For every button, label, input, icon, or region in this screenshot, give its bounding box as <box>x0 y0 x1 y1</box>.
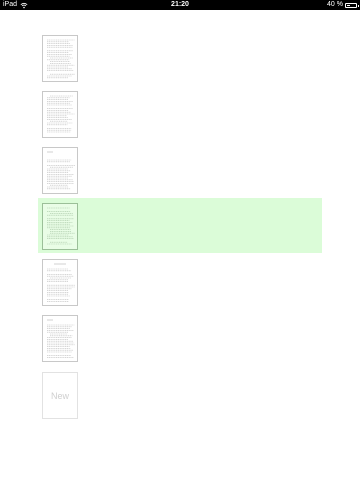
status-bar: iPad 21:20 40 % <box>0 0 360 10</box>
page-thumbnail[interactable] <box>42 147 78 194</box>
page-preview <box>47 263 75 302</box>
page-preview <box>47 319 75 358</box>
app-screen: iPad 21:20 40 % New <box>0 0 360 480</box>
page-thumbnail[interactable] <box>42 259 78 306</box>
page-thumbnail[interactable] <box>42 203 78 250</box>
page-preview <box>47 95 75 133</box>
battery-fill <box>347 4 351 6</box>
status-time: 21:20 <box>171 1 189 8</box>
page-thumbnail[interactable] <box>42 35 78 82</box>
battery-percent: 40 % <box>327 1 343 8</box>
page-list[interactable]: New <box>0 10 360 480</box>
battery-icon <box>345 2 359 8</box>
new-page-button[interactable]: New <box>42 372 78 419</box>
selected-row-highlight <box>38 198 322 253</box>
page-thumbnail[interactable] <box>42 315 78 362</box>
page-thumbnail[interactable] <box>42 91 78 138</box>
page-preview <box>47 39 75 79</box>
status-right: 40 % <box>327 0 359 10</box>
screen-corner <box>356 476 360 480</box>
page-preview <box>47 151 75 190</box>
page-preview <box>47 207 75 245</box>
